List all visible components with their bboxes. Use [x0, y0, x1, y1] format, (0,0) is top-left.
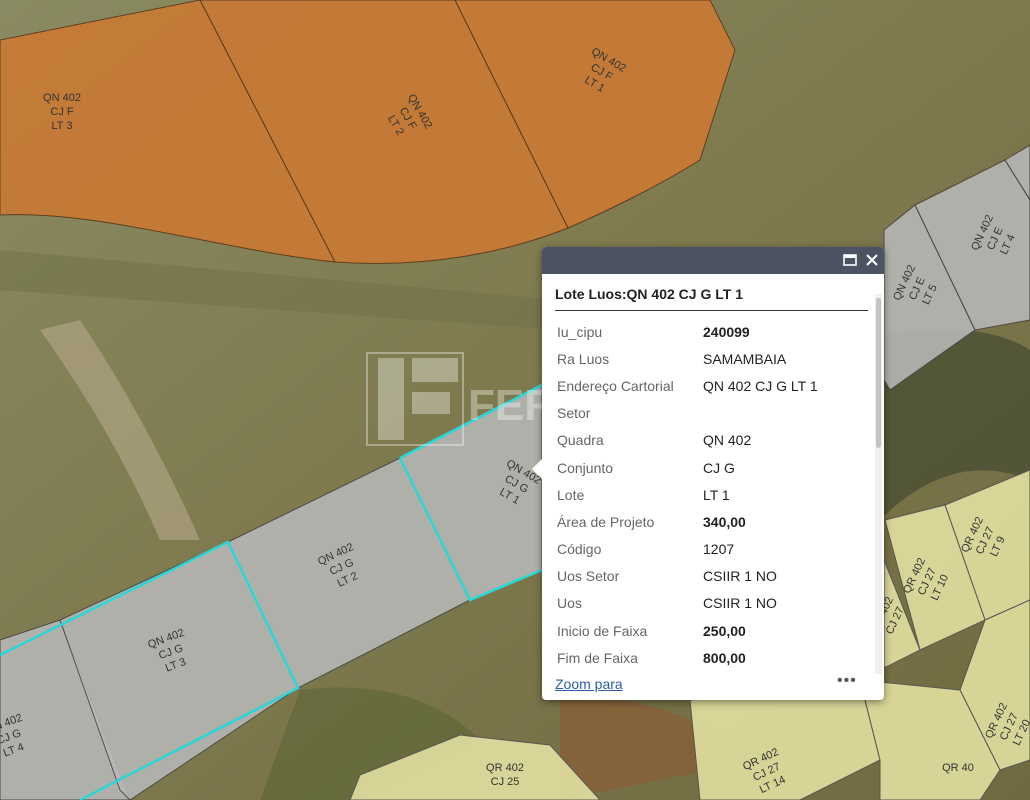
parcel-label-line: CJ F — [50, 106, 74, 118]
attribute-value: 250,00 — [703, 622, 746, 639]
attribute-value: 340,00 — [703, 513, 746, 530]
attribute-value: LT 1 — [703, 486, 730, 503]
attribute-key: Setor — [557, 405, 591, 422]
popup-header — [542, 247, 884, 274]
attribute-row: Lote LT 1 — [557, 481, 818, 508]
attribute-row: Conjunto CJ G — [557, 454, 818, 481]
feature-popup: Lote Luos:QN 402 CJ G LT 1 Iu_cipu 240099… — [532, 247, 884, 700]
attribute-row: Área de Projeto 340,00 — [557, 508, 818, 535]
parcel-label-line: LT 3 — [52, 120, 73, 132]
attribute-table: Iu_cipu 240099 Ra Luos SAMAMBAIA Endereço Ca… — [557, 318, 818, 671]
attribute-key: Lote — [557, 486, 585, 503]
attribute-row: Uos CSIIR 1 NO — [557, 590, 818, 617]
attribute-value: QN 402 CJ G LT 1 — [703, 377, 818, 394]
attribute-key: Uos Setor — [557, 568, 620, 585]
attribute-value: QN 402 — [703, 432, 752, 449]
popup-title: Lote Luos:QN 402 CJ G LT 1 — [555, 286, 868, 311]
zoom-to-link[interactable]: Zoom para — [555, 676, 623, 692]
attribute-row: Iu_cipu 240099 — [557, 318, 818, 345]
parcel-label-line: QR 40 — [942, 762, 974, 774]
attribute-row: Endereço Cartorial QN 402 CJ G LT 1 — [557, 372, 818, 399]
attribute-row: Setor — [557, 400, 818, 427]
attribute-key: Quadra — [557, 432, 604, 449]
attribute-value: CJ G — [703, 459, 735, 476]
attribute-row: Inicio de Faixa 250,00 — [557, 617, 818, 644]
attribute-value: CSIIR 1 NO — [703, 568, 777, 585]
attribute-key: Fim de Faixa — [557, 649, 638, 666]
popup-footer: Zoom para ••• — [542, 672, 884, 700]
attribute-key: Iu_cipu — [557, 323, 603, 340]
attribute-row: Fim de Faixa 800,00 — [557, 644, 818, 671]
attribute-row: Código 1207 — [557, 536, 818, 563]
attribute-value: 800,00 — [703, 649, 746, 666]
attribute-key: Ra Luos — [557, 350, 610, 367]
attribute-value: SAMAMBAIA — [703, 350, 787, 367]
attribute-key: Uos — [557, 595, 582, 612]
maximize-icon[interactable] — [842, 252, 858, 268]
attribute-value — [703, 400, 818, 427]
more-options-icon[interactable]: ••• — [837, 672, 857, 690]
attribute-row: Uos Setor CSIIR 1 NO — [557, 563, 818, 590]
attribute-value: 1207 — [703, 541, 735, 558]
attribute-row: Quadra QN 402 — [557, 427, 818, 454]
scrollbar-thumb[interactable] — [876, 298, 881, 448]
popup-pointer — [532, 459, 542, 479]
popup-body[interactable]: Lote Luos:QN 402 CJ G LT 1 Iu_cipu 240099… — [542, 274, 884, 674]
attribute-key: Inicio de Faixa — [557, 622, 648, 639]
attribute-value: 240099 — [703, 323, 750, 340]
attribute-value: CSIIR 1 NO — [703, 595, 777, 612]
attribute-key: Área de Projeto — [557, 513, 655, 530]
close-icon[interactable] — [864, 252, 880, 268]
attribute-key: Código — [557, 541, 602, 558]
attribute-key: Conjunto — [557, 459, 614, 476]
parcel-label-line: QR 402 — [486, 762, 524, 774]
parcel-label-cj27-partial: QR 40 — [942, 762, 974, 774]
attribute-key: Endereço Cartorial — [557, 377, 674, 394]
parcel-label-line: QN 402 — [43, 92, 81, 104]
parcel-label-line: CJ 25 — [491, 776, 520, 788]
attribute-row: Ra Luos SAMAMBAIA — [557, 345, 818, 372]
